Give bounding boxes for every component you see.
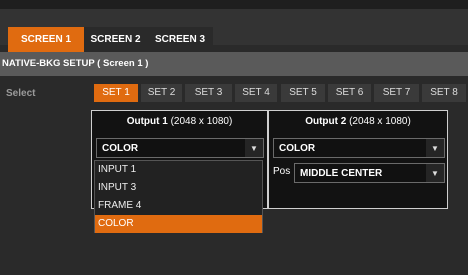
- set-6-button[interactable]: SET 6: [328, 84, 371, 102]
- output-2-resolution: (2048 x 1080): [349, 116, 411, 127]
- set-4-button[interactable]: SET 4: [235, 84, 277, 102]
- menu-option-input-1[interactable]: INPUT 1: [95, 161, 262, 179]
- section-header: NATIVE-BKG SETUP ( Screen 1 ): [0, 52, 468, 76]
- caret-down-icon: ▼: [245, 139, 263, 157]
- top-strip: [0, 0, 468, 9]
- output-2-panel: Output 2 (2048 x 1080) COLOR ▼ Pos MIDDL…: [268, 110, 448, 209]
- set-2-button[interactable]: SET 2: [141, 84, 182, 102]
- set-7-button[interactable]: SET 7: [374, 84, 419, 102]
- set-1-button[interactable]: SET 1: [94, 84, 138, 102]
- output-1-source-dropdown[interactable]: COLOR ▼: [96, 138, 264, 158]
- output-2-source-value: COLOR: [279, 143, 316, 154]
- menu-option-input-3[interactable]: INPUT 3: [95, 179, 262, 197]
- menu-option-color[interactable]: COLOR: [95, 215, 262, 233]
- select-label: Select: [6, 88, 36, 99]
- output-1-name: Output 1: [126, 116, 168, 127]
- output-2-source-dropdown[interactable]: COLOR ▼: [273, 138, 445, 158]
- caret-down-icon: ▼: [426, 139, 444, 157]
- output-1-source-value: COLOR: [102, 143, 139, 154]
- output-1-resolution: (2048 x 1080): [170, 116, 233, 127]
- position-dropdown[interactable]: MIDDLE CENTER ▼: [294, 163, 445, 183]
- menu-option-frame-4[interactable]: FRAME 4: [95, 197, 262, 215]
- output-1-title: Output 1 (2048 x 1080): [92, 111, 267, 133]
- tab-screen-2[interactable]: SCREEN 2: [84, 27, 147, 53]
- position-label: Pos: [273, 166, 291, 177]
- screen-tab-bar: SCREEN 1 SCREEN 2 SCREEN 3: [0, 9, 468, 53]
- set-5-button[interactable]: SET 5: [281, 84, 325, 102]
- set-3-button[interactable]: SET 3: [185, 84, 232, 102]
- set-8-button[interactable]: SET 8: [422, 84, 466, 102]
- output-1-source-menu: INPUT 1 INPUT 3 FRAME 4 COLOR: [94, 160, 263, 233]
- tab-screen-1[interactable]: SCREEN 1: [8, 27, 84, 53]
- tab-screen-3[interactable]: SCREEN 3: [147, 27, 213, 53]
- position-value: MIDDLE CENTER: [300, 168, 383, 179]
- output-2-title: Output 2 (2048 x 1080): [269, 111, 447, 133]
- caret-down-icon: ▼: [426, 164, 444, 182]
- output-2-name: Output 2: [305, 116, 347, 127]
